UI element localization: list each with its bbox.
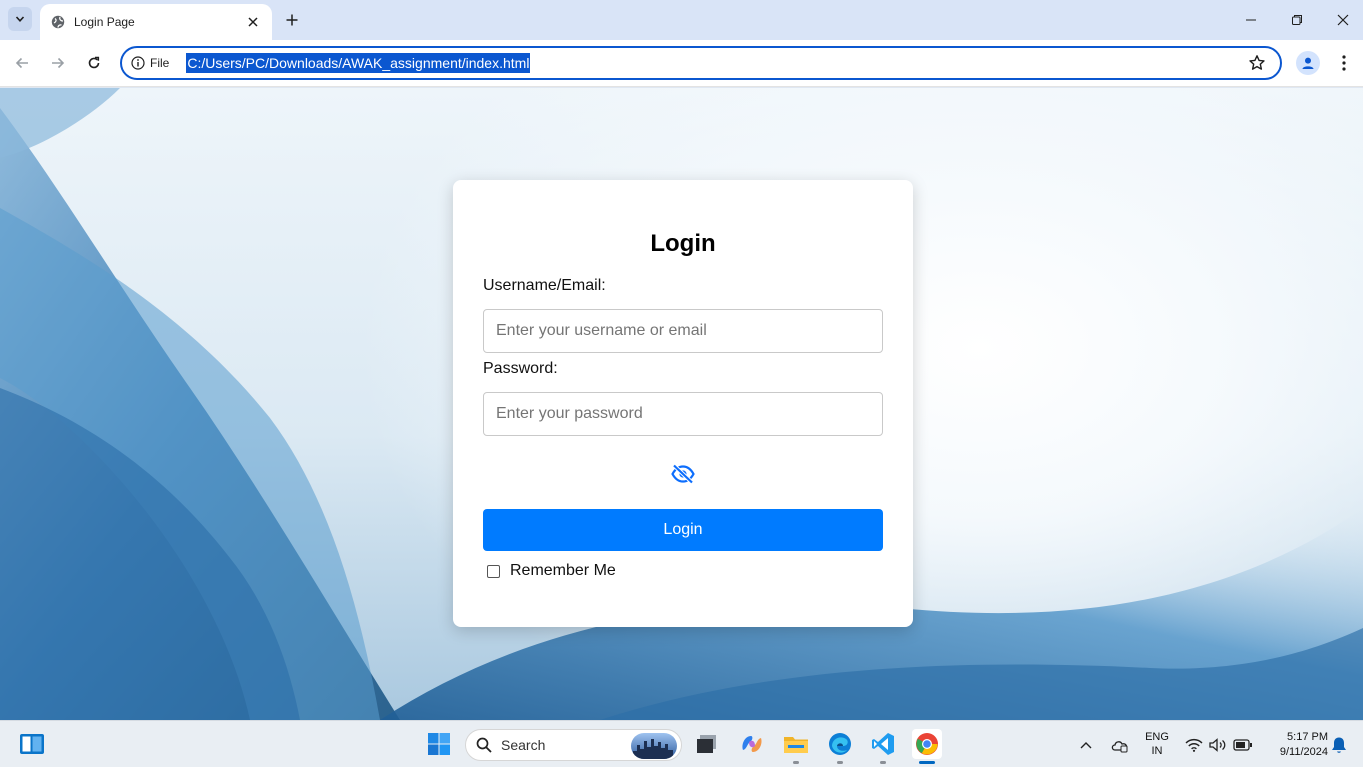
login-title: Login: [650, 230, 716, 257]
file-explorer-running-indicator: [793, 761, 799, 764]
browser-menu-button[interactable]: [1334, 52, 1354, 74]
login-button[interactable]: Login: [483, 509, 883, 551]
username-label: Username/Email:: [483, 277, 606, 294]
reload-button[interactable]: [83, 52, 105, 74]
tab-search-button[interactable]: [8, 7, 32, 31]
eye-slash-icon: [671, 464, 695, 484]
widgets-icon: [20, 734, 44, 754]
volume-status[interactable]: [1209, 735, 1227, 755]
site-label: File: [150, 56, 170, 70]
restore-icon: [1292, 15, 1302, 25]
chrome-active-indicator: [919, 761, 935, 764]
clock-date: 9/11/2024: [1279, 746, 1328, 758]
task-view-button[interactable]: [692, 729, 722, 759]
language-code: ENG: [1145, 731, 1169, 743]
chevron-up-icon: [1080, 742, 1092, 749]
search-label: Search: [501, 737, 546, 753]
login-card: Login Username/Email: Password: Login Re…: [453, 180, 913, 627]
username-input[interactable]: [496, 322, 882, 340]
copilot-button[interactable]: [737, 729, 767, 759]
reload-icon: [88, 56, 100, 69]
minimize-button[interactable]: [1239, 8, 1263, 32]
cloud-icon: [1111, 741, 1128, 753]
wifi-status[interactable]: [1185, 735, 1203, 755]
star-icon[interactable]: [1248, 54, 1266, 72]
password-field[interactable]: [483, 392, 883, 436]
page-viewport: Login Username/Email: Password: Login Re…: [0, 88, 1363, 720]
input-language[interactable]: ENG IN: [1143, 730, 1171, 758]
minimize-icon: [1246, 19, 1256, 21]
vscode-icon: [872, 733, 894, 755]
more-vertical-icon: [1342, 55, 1346, 71]
edge-running-indicator: [837, 761, 843, 764]
forward-button[interactable]: [47, 52, 69, 74]
username-field[interactable]: [483, 309, 883, 353]
info-icon: [131, 56, 145, 70]
show-hidden-icons-button[interactable]: [1078, 735, 1094, 755]
folder-icon: [784, 737, 808, 753]
chrome-icon: [916, 733, 938, 755]
close-window-button[interactable]: [1331, 8, 1355, 32]
password-input[interactable]: [496, 405, 882, 423]
arrow-right-icon: [52, 57, 65, 69]
widgets-button[interactable]: [19, 733, 45, 755]
remember-me-label: Remember Me: [510, 562, 616, 579]
edge-icon: [829, 733, 851, 755]
chrome-button[interactable]: [912, 729, 942, 759]
arrow-left-icon: [15, 57, 28, 69]
site-info-chip[interactable]: File: [131, 52, 169, 74]
taskbar-search[interactable]: Search: [465, 729, 682, 761]
battery-icon: [1233, 739, 1252, 751]
plus-icon: [286, 14, 298, 26]
search-icon: [476, 737, 492, 753]
file-explorer-button[interactable]: [781, 729, 811, 759]
vscode-running-indicator: [880, 761, 886, 764]
browser-tab[interactable]: Login Page: [40, 4, 272, 40]
vscode-button[interactable]: [868, 729, 898, 759]
address-bar[interactable]: File C:/Users/PC/Downloads/AWAK_assignme…: [120, 46, 1282, 80]
profile-button[interactable]: [1296, 51, 1320, 75]
password-visibility-toggle[interactable]: [671, 464, 695, 484]
close-icon: [1337, 14, 1349, 26]
speaker-icon: [1209, 738, 1226, 752]
windows-start-icon: [428, 733, 450, 755]
person-icon: [1302, 57, 1314, 69]
browser-titlebar: Login Page: [0, 0, 1363, 40]
language-region: IN: [1151, 745, 1163, 757]
edge-button[interactable]: [825, 729, 855, 759]
onedrive-status[interactable]: [1110, 735, 1130, 755]
restore-button[interactable]: [1285, 8, 1309, 32]
tab-title: Login Page: [74, 15, 135, 29]
start-button[interactable]: [424, 729, 454, 759]
back-button[interactable]: [11, 52, 33, 74]
bell-icon: [1332, 737, 1346, 753]
battery-status[interactable]: [1233, 735, 1253, 755]
remember-me[interactable]: Remember Me: [487, 562, 616, 580]
close-icon[interactable]: [244, 13, 262, 31]
new-tab-button[interactable]: [282, 10, 302, 30]
chevron-down-icon: [15, 16, 25, 22]
search-highlight-image: [631, 733, 677, 759]
url-text[interactable]: C:/Users/PC/Downloads/AWAK_assignment/in…: [186, 53, 531, 73]
system-clock[interactable]: 5:17 PM 9/11/2024: [1262, 730, 1328, 760]
clock-time: 5:17 PM: [1287, 731, 1328, 743]
windows-taskbar: Search ENG IN 5:17 PM 9/11/2024: [0, 720, 1363, 767]
wifi-icon: [1185, 738, 1203, 752]
globe-icon: [50, 14, 66, 30]
copilot-icon: [742, 736, 762, 752]
task-view-icon: [697, 735, 716, 753]
remember-me-checkbox[interactable]: [487, 564, 500, 578]
notifications-button[interactable]: [1330, 735, 1348, 755]
password-label: Password:: [483, 360, 558, 377]
browser-toolbar: File C:/Users/PC/Downloads/AWAK_assignme…: [0, 40, 1363, 87]
